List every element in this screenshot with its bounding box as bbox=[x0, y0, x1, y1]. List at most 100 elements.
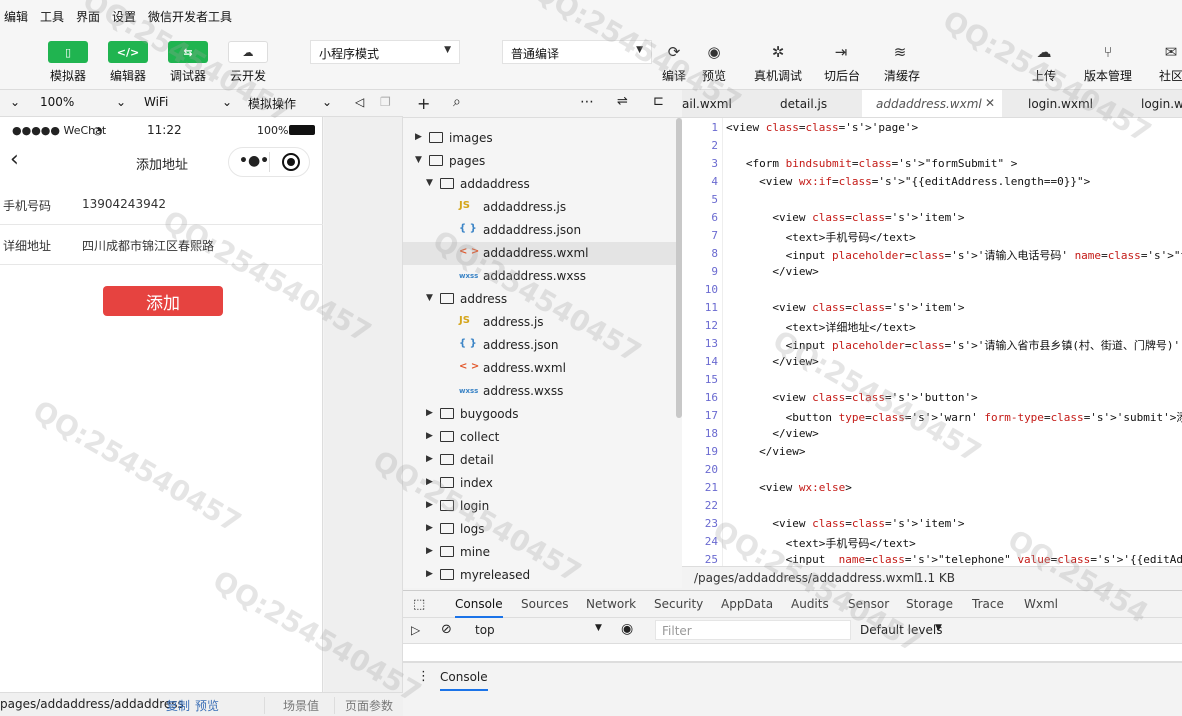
code-line[interactable]: <view wx:else> bbox=[726, 481, 852, 494]
chat-icon[interactable]: ✉ bbox=[1158, 41, 1182, 63]
layers-icon[interactable]: ≋ bbox=[887, 41, 913, 63]
context-select[interactable]: top bbox=[475, 623, 495, 637]
code-line[interactable]: </view> bbox=[726, 445, 805, 458]
more-icon[interactable]: ⋯ bbox=[580, 94, 594, 110]
menu-interface[interactable]: 界面 bbox=[76, 8, 100, 25]
eye-icon[interactable]: ◉ bbox=[621, 621, 633, 637]
tab-security[interactable]: Security bbox=[654, 597, 703, 611]
chevron-right-icon[interactable]: ▶ bbox=[426, 500, 433, 510]
menu-tools[interactable]: 工具 bbox=[40, 8, 64, 25]
tab-detail-wxml[interactable]: ail.wxml bbox=[682, 90, 752, 117]
more-icon[interactable]: •●• bbox=[239, 153, 269, 169]
close-mini-icon[interactable] bbox=[282, 153, 300, 171]
tab-detail-js[interactable]: detail.js bbox=[752, 90, 862, 117]
levels-select[interactable]: Default levels bbox=[860, 623, 942, 637]
upload-cloud-icon[interactable]: ☁ bbox=[1031, 41, 1057, 63]
tree-file[interactable]: { } addaddress.json bbox=[403, 219, 682, 242]
add-icon[interactable]: + bbox=[417, 94, 430, 113]
address-input[interactable]: 四川成都市锦江区春熙路 bbox=[82, 237, 214, 254]
tree-folder[interactable]: ▼ address bbox=[403, 288, 682, 311]
clear-console-icon[interactable]: ⊘ bbox=[441, 622, 452, 637]
chevron-right-icon[interactable]: ▶ bbox=[426, 431, 433, 441]
code-line[interactable]: <input placeholder=class='s'>'请输入电话号码' n… bbox=[726, 247, 1182, 263]
tree-folder[interactable]: ▶ detail bbox=[403, 449, 682, 472]
params-button[interactable]: 页面参数 bbox=[334, 697, 403, 714]
compile-select[interactable]: 普通编译 ▼ bbox=[502, 40, 652, 64]
phone-input[interactable]: 13904243942 bbox=[82, 197, 166, 211]
tab-wxml[interactable]: Wxml bbox=[1024, 597, 1058, 611]
sort-icon[interactable]: ⇌ bbox=[617, 94, 628, 109]
filter-input[interactable]: Filter bbox=[655, 620, 851, 640]
code-line[interactable]: <view class=class='s'>'item'> bbox=[726, 517, 964, 530]
collapse-icon[interactable]: ⊏ bbox=[653, 94, 664, 109]
tab-appdata[interactable]: AppData bbox=[721, 597, 773, 611]
drawer-menu-icon[interactable]: ⋮ bbox=[417, 669, 430, 684]
tab-console[interactable]: Console bbox=[455, 597, 503, 618]
search-icon[interactable]: ⌕ bbox=[453, 94, 461, 110]
code-line[interactable]: </view> bbox=[726, 355, 818, 368]
tree-file[interactable]: wxss addaddress.wxss bbox=[403, 265, 682, 288]
chevron-down-icon[interactable]: ⌄ bbox=[322, 95, 332, 109]
branch-icon[interactable]: ⑂ bbox=[1095, 41, 1121, 63]
tree-folder[interactable]: ▶ login bbox=[403, 495, 682, 518]
bug-icon[interactable]: ✲ bbox=[765, 41, 791, 63]
code-line[interactable]: <text>详细地址</text> bbox=[726, 319, 916, 335]
chevron-down-icon[interactable]: ⌄ bbox=[10, 95, 20, 109]
scene-button[interactable]: 场景值 bbox=[264, 697, 334, 714]
tree-folder[interactable]: ▼ pages bbox=[403, 150, 682, 173]
add-button[interactable]: 添加 bbox=[103, 286, 223, 316]
refresh-icon[interactable]: ⟳ bbox=[661, 41, 687, 63]
inspect-icon[interactable]: ⬚ bbox=[413, 597, 425, 612]
menu-wechat-devtools[interactable]: 微信开发者工具 bbox=[148, 8, 232, 25]
tab-audits[interactable]: Audits bbox=[791, 597, 829, 611]
chevron-right-icon[interactable]: ▶ bbox=[426, 477, 433, 487]
close-icon[interactable]: ✕ bbox=[985, 96, 995, 110]
tab-trace[interactable]: Trace bbox=[972, 597, 1004, 611]
tree-folder[interactable]: ▶ myreleased bbox=[403, 564, 682, 587]
tree-folder[interactable]: ▼ addaddress bbox=[403, 173, 682, 196]
window-icon[interactable]: ❐ bbox=[380, 95, 391, 109]
tab-sources[interactable]: Sources bbox=[521, 597, 568, 611]
code-line[interactable]: </view> bbox=[726, 427, 818, 440]
tree-file[interactable]: < > address.wxml bbox=[403, 357, 682, 380]
code-line[interactable]: <button type=class='s'>'warn' form-type=… bbox=[726, 409, 1182, 425]
eye-icon[interactable]: ◉ bbox=[701, 41, 727, 63]
code-line[interactable]: <view class=class='s'>'page'> bbox=[726, 121, 918, 134]
debugger-button[interactable]: ⇆ bbox=[168, 41, 208, 63]
code-line[interactable]: <text>手机号码</text> bbox=[726, 229, 916, 245]
copy-link[interactable]: 复制 bbox=[166, 697, 190, 714]
chevron-down-icon[interactable]: ▼ bbox=[415, 155, 422, 165]
tab-login-w[interactable]: login.w bbox=[1122, 90, 1182, 117]
operation-select[interactable]: 模拟操作 bbox=[248, 95, 296, 112]
menu-edit[interactable]: 编辑 bbox=[4, 8, 28, 25]
tree-folder[interactable]: ▶ index bbox=[403, 472, 682, 495]
chevron-right-icon[interactable]: ▶ bbox=[426, 569, 433, 579]
simulator-button[interactable]: ▯ bbox=[48, 41, 88, 63]
editor-button[interactable]: </> bbox=[108, 41, 148, 63]
tab-storage[interactable]: Storage bbox=[906, 597, 953, 611]
code-editor[interactable]: 1 <view class=class='s'>'page'> 2 3 <form b… bbox=[682, 118, 1182, 566]
tab-network[interactable]: Network bbox=[586, 597, 636, 611]
network-select[interactable]: WiFi bbox=[144, 95, 168, 109]
sidebar-toggle-icon[interactable]: ▷ bbox=[411, 623, 420, 637]
chevron-right-icon[interactable]: ▶ bbox=[426, 546, 433, 556]
code-line[interactable]: <text>手机号码</text> bbox=[726, 535, 916, 551]
tab-sensor[interactable]: Sensor bbox=[848, 597, 889, 611]
code-line[interactable]: <view class=class='s'>'item'> bbox=[726, 301, 964, 314]
code-line[interactable]: <view wx:if=class='s'>"{{editAddress.len… bbox=[726, 175, 1090, 188]
code-line[interactable]: <form bindsubmit=class='s'>"formSubmit" … bbox=[726, 157, 1018, 170]
code-line[interactable]: <input placeholder=class='s'>'请输入省市县乡镇(村… bbox=[726, 337, 1182, 353]
cloud-button[interactable]: ☁ bbox=[228, 41, 268, 63]
mode-select[interactable]: 小程序模式 ▼ bbox=[310, 40, 460, 64]
chevron-down-icon[interactable]: ⌄ bbox=[116, 95, 126, 109]
chevron-down-icon[interactable]: ▼ bbox=[595, 623, 602, 633]
tree-file[interactable]: { } address.json bbox=[403, 334, 682, 357]
code-line[interactable]: <view class=class='s'>'button'> bbox=[726, 391, 977, 404]
chevron-right-icon[interactable]: ▶ bbox=[415, 132, 422, 142]
code-line[interactable]: <view class=class='s'>'item'> bbox=[726, 211, 964, 224]
tree-folder[interactable]: ▶ logs bbox=[403, 518, 682, 541]
switch-background-icon[interactable]: ⇥ bbox=[828, 41, 854, 63]
code-line[interactable]: </view> bbox=[726, 265, 818, 278]
tree-file[interactable]: JS addaddress.js bbox=[403, 196, 682, 219]
drawer-tab-console[interactable]: Console bbox=[440, 670, 488, 691]
